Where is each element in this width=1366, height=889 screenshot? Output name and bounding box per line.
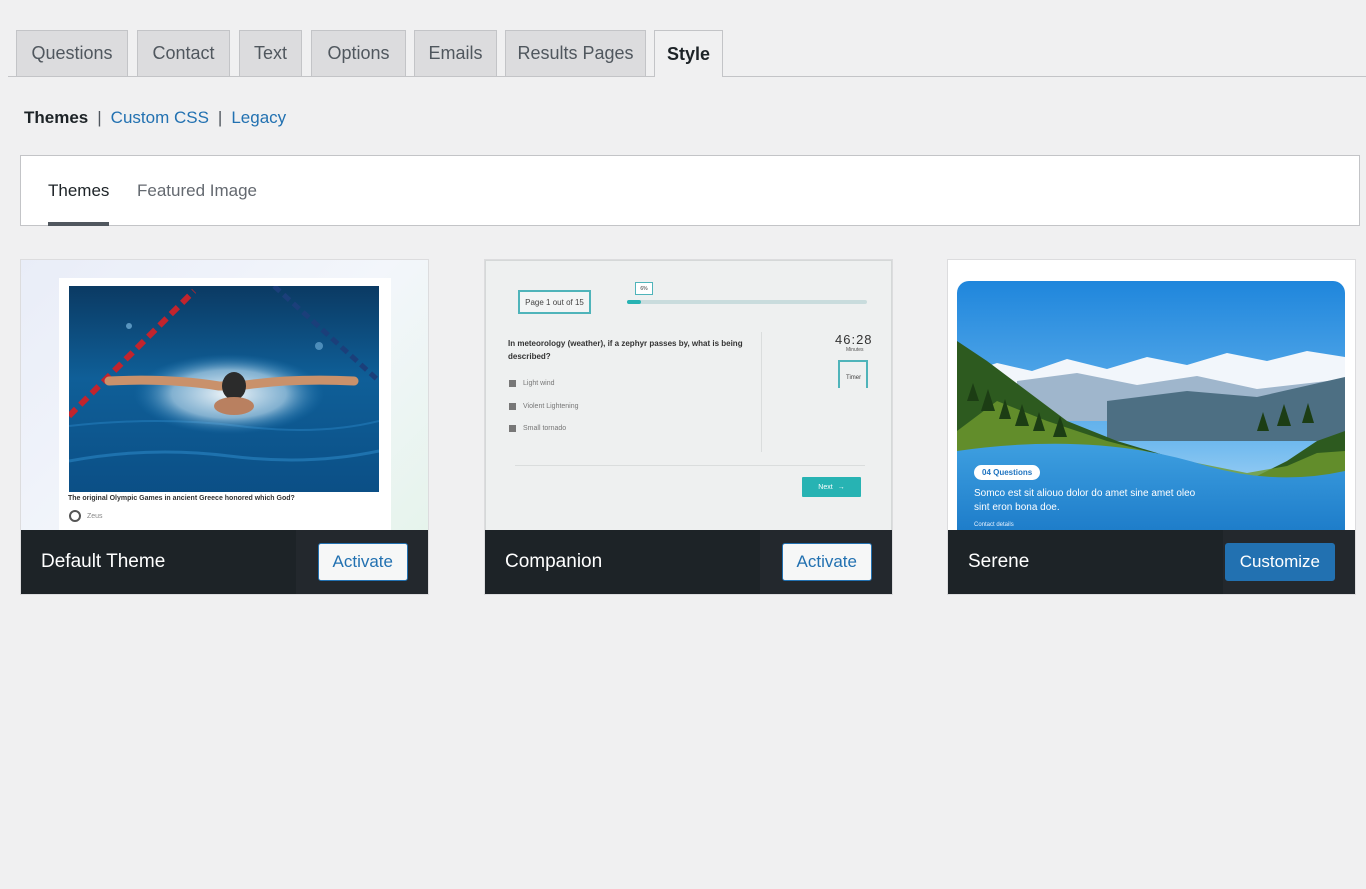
- tab-questions[interactable]: Questions: [16, 30, 128, 76]
- preview-landscape-image: 04 Questions Somco est sit aliouo dolor …: [957, 281, 1345, 532]
- theme-card-bar: Default Theme Activate: [21, 530, 428, 594]
- theme-panel-tabs: Themes Featured Image: [20, 155, 1360, 226]
- preview-timer-box: Timer: [838, 360, 868, 388]
- preview-divider: [515, 465, 865, 466]
- preview-divider: [761, 332, 762, 452]
- theme-actions: Activate: [296, 530, 428, 594]
- theme-card-bar: Companion Activate: [485, 530, 892, 594]
- checkbox-icon: [509, 425, 516, 432]
- preview-option-label: Small tornado: [523, 425, 567, 432]
- radio-icon: [69, 510, 81, 522]
- arrow-right-icon: →: [837, 483, 845, 491]
- theme-card-companion[interactable]: Page 1 out of 15 6% In meteorology (weat…: [484, 259, 893, 595]
- tab-text[interactable]: Text: [239, 30, 302, 76]
- panel-tab-themes[interactable]: Themes: [48, 156, 110, 226]
- tab-contact[interactable]: Contact: [137, 30, 230, 76]
- preview-option: Small tornado: [509, 425, 566, 432]
- theme-actions: Activate: [760, 530, 892, 594]
- theme-card-bar: Serene Customize: [948, 530, 1355, 594]
- preview-option: Light wind: [509, 380, 555, 387]
- preview-question-count-badge: 04 Questions: [974, 465, 1041, 480]
- preview-option: Violent Lightening: [509, 403, 579, 410]
- panel-tab-featured-image[interactable]: Featured Image: [137, 156, 257, 226]
- subnav-themes-current: Themes: [24, 108, 89, 127]
- theme-screenshot-serene: 04 Questions Somco est sit aliouo dolor …: [948, 260, 1355, 532]
- preview-timer-unit: Minutes: [846, 347, 864, 353]
- preview-progress-fill: [627, 300, 642, 304]
- preview-question: In meteorology (weather), if a zephyr pa…: [508, 339, 743, 361]
- preview-progress-percent: 6%: [635, 282, 653, 295]
- preview-option-label: Violent Lightening: [523, 403, 579, 410]
- theme-actions: Customize: [1223, 530, 1355, 594]
- preview-quiz-page: The original Olympic Games in ancient Gr…: [59, 278, 391, 532]
- activate-button[interactable]: Activate: [781, 543, 872, 581]
- subnav-separator: |: [97, 108, 102, 127]
- preview-progress-bar: [627, 300, 867, 304]
- theme-card-serene[interactable]: 04 Questions Somco est sit aliouo dolor …: [947, 259, 1356, 595]
- preview-description: Somco est sit aliouo dolor do amet sine …: [974, 488, 1196, 513]
- swimmer-image: [69, 286, 379, 492]
- preview-next-button: Next →: [802, 477, 861, 497]
- subnav-separator: |: [217, 108, 223, 127]
- preview-page-indicator: Page 1 out of 15: [518, 290, 591, 314]
- customize-button[interactable]: Customize: [1224, 543, 1335, 581]
- preview-timer: 46:28: [835, 332, 873, 347]
- settings-tabs: Questions Contact Text Options Emails Re…: [0, 0, 1366, 77]
- tab-results-pages[interactable]: Results Pages: [505, 30, 646, 76]
- theme-screenshot-default: The original Olympic Games in ancient Gr…: [21, 260, 428, 532]
- tab-options[interactable]: Options: [311, 30, 406, 76]
- theme-name: Companion: [505, 551, 603, 572]
- theme-screenshot-companion: Page 1 out of 15 6% In meteorology (weat…: [485, 260, 892, 532]
- checkbox-icon: [509, 403, 516, 410]
- tab-emails[interactable]: Emails: [414, 30, 497, 76]
- theme-card-default[interactable]: The original Olympic Games in ancient Gr…: [20, 259, 429, 595]
- activate-button[interactable]: Activate: [317, 543, 408, 581]
- tab-style[interactable]: Style: [654, 30, 723, 77]
- preview-contact-details: Contact details: [974, 522, 1014, 528]
- style-subnav: Themes | Custom CSS | Legacy: [24, 108, 286, 128]
- preview-next-label: Next: [818, 483, 833, 491]
- subnav-legacy-link[interactable]: Legacy: [231, 108, 286, 128]
- subnav-custom-css-link[interactable]: Custom CSS: [111, 108, 209, 128]
- theme-name: Serene: [968, 551, 1030, 572]
- preview-option: Zeus: [69, 510, 103, 522]
- preview-option-label: Zeus: [87, 512, 103, 520]
- theme-name: Default Theme: [41, 551, 166, 572]
- preview-question: The original Olympic Games in ancient Gr…: [68, 495, 295, 502]
- checkbox-icon: [509, 380, 516, 387]
- preview-option-label: Light wind: [523, 380, 555, 387]
